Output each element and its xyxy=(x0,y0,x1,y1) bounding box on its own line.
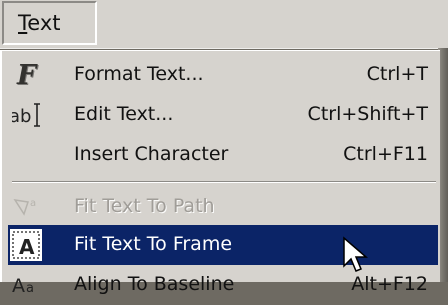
menu-item-label: Format Text... xyxy=(74,63,204,85)
menu-item-format-text[interactable]: F F Format Text... Ctrl+T xyxy=(8,55,438,95)
menu-item-label: Align To Baseline xyxy=(74,273,235,295)
svg-text:a: a xyxy=(26,281,34,296)
menu-item-shortcut: Ctrl+Shift+T xyxy=(307,103,428,125)
mouse-cursor-icon xyxy=(343,236,369,272)
menu-item-label: Insert Character xyxy=(74,143,229,165)
menu-item-label: Fit Text To Path xyxy=(74,195,215,217)
svg-text:ab: ab xyxy=(12,106,31,127)
menu-item-shortcut: Ctrl+F11 xyxy=(343,143,428,165)
svg-text:F: F xyxy=(16,60,38,90)
text-menu-label: Text xyxy=(18,11,61,35)
edit-text-ab-icon: ab xyxy=(9,100,46,130)
menu-item-shortcut: Alt+F12 xyxy=(351,273,428,295)
svg-text:A: A xyxy=(19,235,35,259)
menu-item-fit-text-to-path: a Fit Text To Path xyxy=(8,187,438,227)
svg-text:A: A xyxy=(12,275,25,297)
menu-item-align-to-baseline[interactable]: A a Align To Baseline Alt+F12 xyxy=(8,265,438,305)
menu-item-label: Fit Text To Frame xyxy=(74,233,233,255)
menu-item-edit-text[interactable]: ab Edit Text... Ctrl+Shift+T xyxy=(8,95,438,135)
menu-item-insert-character[interactable]: Insert Character Ctrl+F11 xyxy=(8,135,438,175)
format-text-f-icon: F F xyxy=(12,60,46,92)
menu-separator xyxy=(12,181,436,183)
text-menu-button[interactable]: Text xyxy=(2,1,97,45)
menu-item-fit-text-to-frame[interactable]: A Fit Text To Frame xyxy=(8,225,438,265)
align-to-baseline-icon: A a xyxy=(12,270,46,300)
menu-item-label: Edit Text... xyxy=(74,103,174,125)
text-menu-dropdown: F F Format Text... Ctrl+T ab Edit Text..… xyxy=(0,50,440,297)
fit-text-to-frame-icon: A xyxy=(10,229,42,261)
svg-text:a: a xyxy=(30,198,36,209)
menu-item-shortcut: Ctrl+T xyxy=(366,63,428,85)
menu-bar: Text xyxy=(0,0,448,49)
fit-text-to-path-icon: a xyxy=(12,192,46,222)
